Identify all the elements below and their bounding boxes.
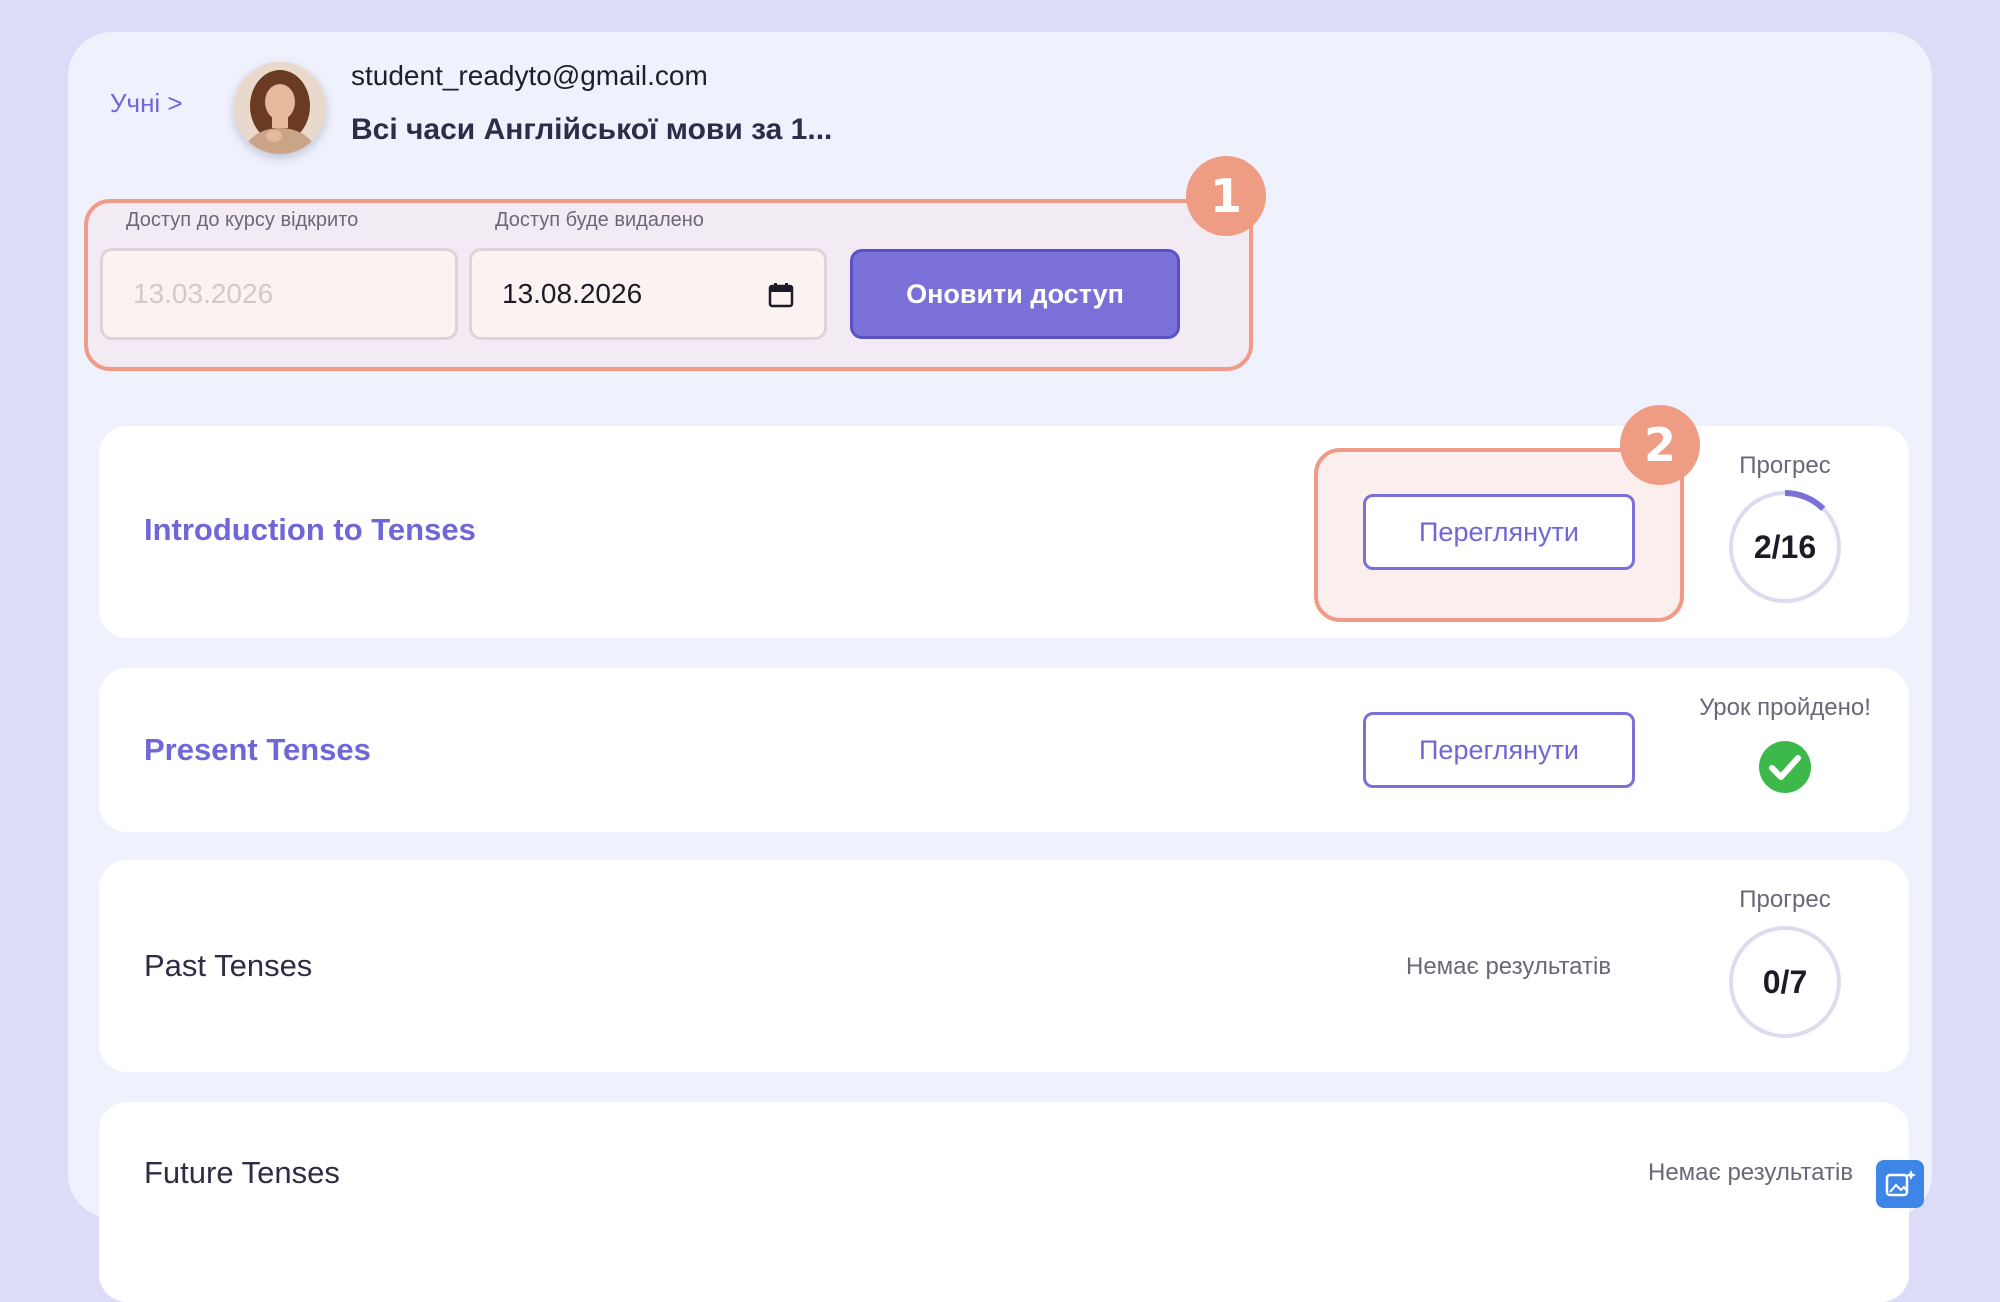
image-sparkle-icon[interactable] [1876,1160,1924,1208]
view-lesson-button[interactable]: Переглянути [1363,494,1635,570]
step-badge-1: 1 [1186,156,1266,236]
check-circle-icon [1759,741,1811,793]
avatar [234,62,326,154]
progress-value: 0/7 [1762,964,1808,1000]
lesson-title-link[interactable]: Present Tenses [144,732,371,768]
view-lesson-button[interactable]: Переглянути [1363,712,1635,788]
lesson-card: Past Tenses [99,860,1909,1072]
access-removed-value: 13.08.2026 [502,278,643,309]
progress-value: 2/16 [1753,529,1817,565]
access-opened-value: 13.03.2026 [133,278,274,309]
no-results-text: Немає результатів [1648,1159,1854,1186]
lesson-title: Past Tenses [144,948,313,983]
lesson-complete-label: Урок пройдено! [1699,694,1871,721]
student-email: student_readyto@gmail.com [351,60,708,91]
access-removed-label: Доступ буде видалено [495,209,704,231]
progress-label: Прогрес [1739,452,1831,479]
access-opened-field: 13.03.2026 [100,248,458,340]
lesson-title: Future Tenses [144,1155,340,1190]
progress-label: Прогрес [1739,886,1831,913]
update-access-button[interactable]: Оновити доступ [850,249,1180,339]
lesson-card: Present Tenses [99,668,1909,832]
breadcrumb-students[interactable]: Учні > [110,88,183,119]
access-removed-field[interactable]: 13.08.2026 [469,248,827,340]
no-results-text: Немає результатів [1406,953,1612,980]
calendar-icon[interactable] [768,282,794,308]
course-title: Всі часи Англійської мови за 1... [351,113,833,146]
lesson-title-link[interactable]: Introduction to Tenses [144,512,476,548]
step-badge-2: 2 [1620,405,1700,485]
lesson-card: Future Tenses [99,1102,1909,1302]
access-opened-label: Доступ до курсу відкрито [126,209,359,231]
